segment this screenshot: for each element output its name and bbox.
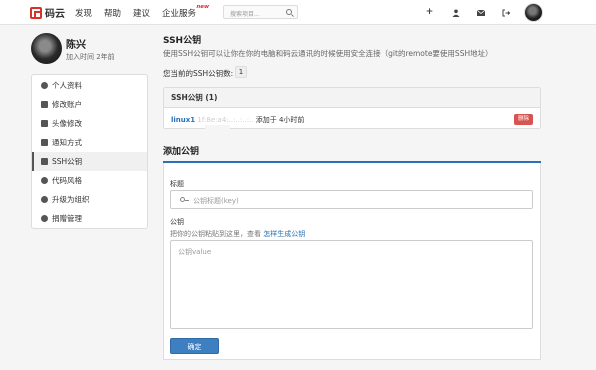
search-icon[interactable] bbox=[286, 9, 292, 15]
sidebar-item-label: 代码风格 bbox=[52, 176, 82, 185]
page-title: SSH公钥 bbox=[163, 36, 202, 46]
sidebar-item-label: 个人资料 bbox=[52, 81, 82, 90]
nav-discover[interactable]: 发现 bbox=[75, 7, 92, 19]
sidebar-item-avatar[interactable]: 头像修改 bbox=[32, 114, 147, 133]
key-count-badge: 1 bbox=[235, 66, 247, 78]
search-input[interactable]: 搜索项目... bbox=[230, 9, 260, 18]
ssh-keys-panel: SSH公钥 (1) linux1 1f:8e:a4:..:..:..:.. 添加… bbox=[163, 87, 541, 129]
logout-icon[interactable] bbox=[501, 8, 510, 17]
key-hint-text: 把你的公钥粘贴到这里，查看 bbox=[170, 230, 261, 238]
picture-icon bbox=[41, 120, 48, 127]
ssh-key-fingerprint: 1f:8e:a4:..:..:..:.. bbox=[197, 116, 254, 124]
user-icon[interactable] bbox=[451, 8, 460, 17]
profile-name[interactable]: 陈兴 bbox=[66, 36, 86, 51]
redaction-mask bbox=[205, 125, 230, 131]
sidebar-item-label: SSH公钥 bbox=[52, 157, 83, 166]
profile-avatar[interactable] bbox=[31, 33, 62, 64]
pencil-icon bbox=[41, 101, 48, 108]
group-icon bbox=[41, 196, 48, 203]
nav-feedback[interactable]: 建议 bbox=[133, 7, 150, 19]
how-to-generate-link[interactable]: 怎样生成公钥 bbox=[263, 230, 305, 238]
main-nav: 发现 帮助 建议 企业服务 new bbox=[75, 4, 220, 19]
sidebar-item-label: 头像修改 bbox=[52, 119, 82, 128]
ssh-key-name[interactable]: linux1 bbox=[171, 116, 195, 124]
volume-icon bbox=[41, 139, 48, 146]
add-key-title: 添加公钥 bbox=[163, 147, 200, 157]
ssh-description: 使用SSH公钥可以让你在你的电脑和码云通讯的时候使用安全连接（git的remot… bbox=[163, 49, 493, 58]
logo-text: 码云 bbox=[45, 9, 65, 20]
mail-icon[interactable] bbox=[476, 8, 485, 17]
sidebar-item-label: 捐赠管理 bbox=[52, 214, 82, 223]
key-value-textarea[interactable]: 公钥value bbox=[170, 240, 533, 329]
sidebar-item-code-style[interactable]: 代码风格 bbox=[32, 171, 147, 190]
confirm-button[interactable]: 确定 bbox=[170, 338, 219, 354]
sidebar-item-label: 通知方式 bbox=[52, 138, 82, 147]
key-icon bbox=[180, 197, 189, 202]
ssh-key-row: linux1 1f:8e:a4:..:..:..:.. 添加于 4小时前 bbox=[171, 115, 304, 125]
sidebar-item-donations[interactable]: 捐赠管理 bbox=[32, 209, 147, 228]
sidebar-item-ssh-keys[interactable]: SSH公钥 bbox=[32, 152, 147, 171]
gift-icon bbox=[41, 215, 48, 222]
user-icon bbox=[41, 82, 48, 89]
sidebar-item-upgrade-org[interactable]: 升级为组织 bbox=[32, 190, 147, 209]
delete-key-button[interactable]: 删除 bbox=[514, 114, 533, 125]
sidebar-item-account[interactable]: 修改账户 bbox=[32, 95, 147, 114]
logo-icon bbox=[30, 6, 42, 19]
palette-icon bbox=[41, 177, 48, 184]
sidebar-item-profile[interactable]: 个人资料 bbox=[32, 76, 147, 95]
nav-enterprise[interactable]: 企业服务 new bbox=[162, 4, 210, 19]
key-icon bbox=[41, 158, 48, 165]
logo[interactable]: 码云 bbox=[30, 6, 65, 20]
profile-joined: 加入时间 2年前 bbox=[66, 53, 115, 61]
key-label: 公钥 bbox=[170, 218, 184, 226]
new-badge: new bbox=[196, 4, 210, 10]
sidebar-item-label: 升级为组织 bbox=[52, 195, 90, 204]
ssh-key-added: 添加于 4小时前 bbox=[255, 116, 305, 124]
key-count-label: 您当前的SSH公钥数: bbox=[163, 69, 234, 78]
top-navbar: 码云 发现 帮助 建议 企业服务 new 搜索项目... + bbox=[0, 0, 596, 25]
title-label: 标题 bbox=[170, 180, 184, 188]
sidebar-item-label: 修改账户 bbox=[52, 100, 82, 109]
key-title-placeholder: 公钥标题(key) bbox=[193, 197, 239, 205]
user-avatar[interactable] bbox=[524, 3, 543, 22]
key-hint: 把你的公钥粘贴到这里，查看 怎样生成公钥 bbox=[170, 229, 305, 239]
key-title-input[interactable]: 公钥标题(key) bbox=[170, 190, 533, 209]
nav-help[interactable]: 帮助 bbox=[104, 7, 121, 19]
nav-enterprise-label: 企业服务 bbox=[162, 9, 197, 19]
ssh-keys-panel-title: SSH公钥 (1) bbox=[164, 88, 540, 108]
search-box[interactable]: 搜索项目... bbox=[223, 5, 298, 19]
settings-menu: 个人资料 修改账户 头像修改 通知方式 SSH公钥 代码风格 升级为组织 捐赠管… bbox=[31, 74, 148, 229]
key-value-placeholder: 公钥value bbox=[178, 248, 212, 256]
sidebar-item-notifications[interactable]: 通知方式 bbox=[32, 133, 147, 152]
plus-icon[interactable]: + bbox=[425, 8, 434, 17]
